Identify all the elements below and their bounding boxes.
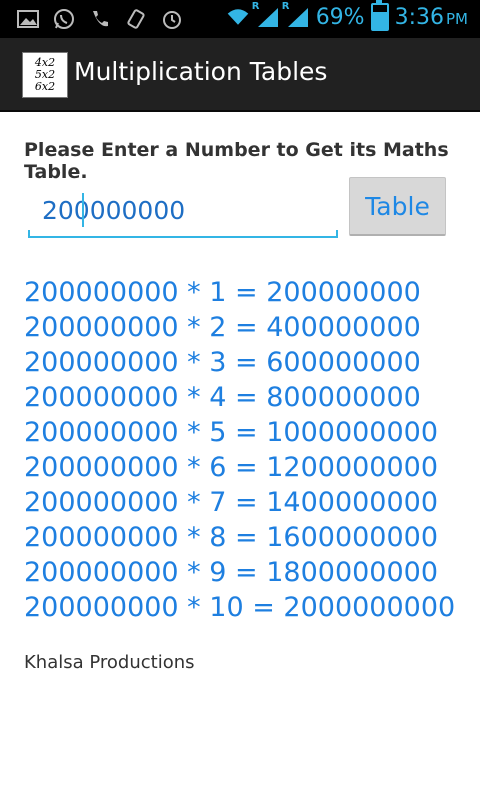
footer-credit: Khalsa Productions [24,652,195,673]
clock-hours: 3:36 [394,4,444,30]
number-input[interactable] [28,190,338,230]
signal-icon: R [252,1,280,29]
network-tag: R [281,1,290,12]
phone-icon [88,7,112,31]
vibrate-icon [124,7,148,31]
clock-ampm: PM [446,9,468,28]
network-tag: R [251,1,260,12]
text-cursor [82,193,84,227]
result-row: 200000000 * 5 = 1000000000 [24,417,439,448]
result-row: 200000000 * 3 = 600000000 [24,347,421,378]
result-row: 200000000 * 8 = 1600000000 [24,522,439,553]
whatsapp-icon [52,7,76,31]
result-row: 200000000 * 4 = 800000000 [24,382,421,413]
app-logo-icon: 4x2 5x2 6x2 [22,52,68,98]
results-list: 200000000 * 1 = 200000000 200000000 * 2 … [24,275,455,625]
wifi-icon [226,5,250,29]
app-logo-line: 6x2 [34,80,56,93]
signal-icon: R [282,1,310,29]
result-row: 200000000 * 1 = 200000000 [24,277,421,308]
battery-percent: 69% [315,4,365,30]
input-underline [28,230,338,238]
battery-level [372,12,387,29]
battery-icon [370,0,389,31]
app-title: Multiplication Tables [74,57,328,86]
clock-time: 3:36 PM [395,5,468,30]
result-row: 200000000 * 2 = 400000000 [24,312,421,343]
action-bar: 4x2 5x2 6x2 Multiplication Tables [0,38,480,112]
table-button[interactable]: Table [349,177,446,236]
status-bar: R R 69% 3:36 PM [0,0,480,38]
result-row: 200000000 * 9 = 1800000000 [24,557,439,588]
result-row: 200000000 * 6 = 1200000000 [24,452,439,483]
gallery-icon [16,7,40,31]
number-input-wrapper [28,190,338,238]
result-row: 200000000 * 10 = 2000000000 [24,592,456,623]
alarm-icon [160,7,184,31]
result-row: 200000000 * 7 = 1400000000 [24,487,439,518]
